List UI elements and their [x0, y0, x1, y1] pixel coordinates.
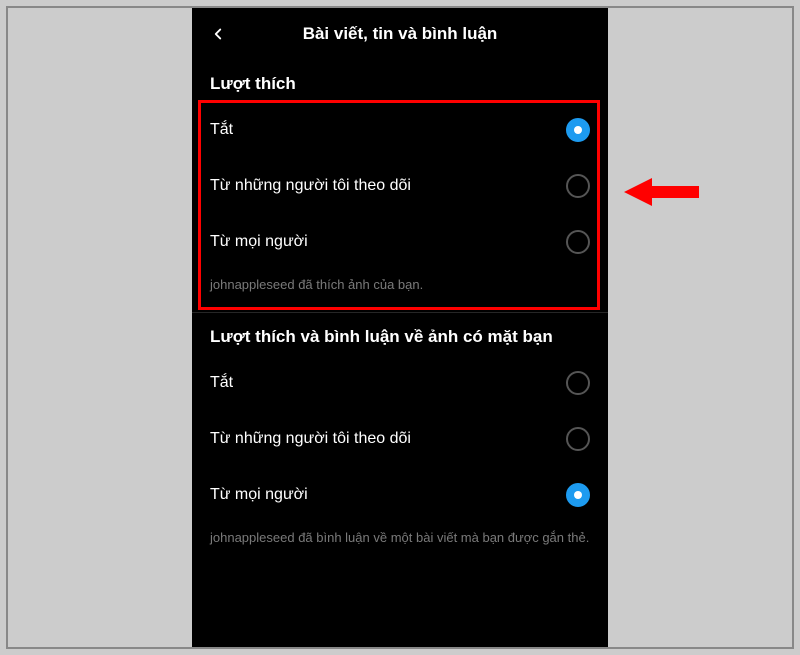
option-label: Tắt	[210, 121, 233, 139]
option-tagged-everyone[interactable]: Từ mọi người	[192, 467, 608, 523]
page-title: Bài viết, tin và bình luận	[192, 24, 608, 44]
section-title-tagged: Lượt thích và bình luận về ảnh có mặt bạ…	[192, 313, 608, 355]
radio-icon	[566, 371, 590, 395]
option-likes-everyone[interactable]: Từ mọi người	[192, 214, 608, 270]
back-button[interactable]	[202, 18, 234, 50]
option-tagged-off[interactable]: Tắt	[192, 355, 608, 411]
annotation-arrow-icon	[624, 174, 699, 210]
radio-icon	[566, 174, 590, 198]
frame: Bài viết, tin và bình luận Lượt thích Tắ…	[6, 6, 794, 649]
option-tagged-following[interactable]: Từ những người tôi theo dõi	[192, 411, 608, 467]
header: Bài viết, tin và bình luận	[192, 8, 608, 60]
option-label: Từ những người tôi theo dõi	[210, 430, 411, 448]
radio-icon	[566, 427, 590, 451]
option-label: Tắt	[210, 374, 233, 392]
section-hint: johnappleseed đã bình luận về một bài vi…	[192, 523, 608, 565]
section-hint: johnappleseed đã thích ảnh của bạn.	[192, 270, 608, 312]
chevron-left-icon	[209, 25, 227, 43]
radio-icon	[566, 483, 590, 507]
option-likes-off[interactable]: Tắt	[192, 102, 608, 158]
option-label: Từ mọi người	[210, 486, 308, 504]
option-likes-following[interactable]: Từ những người tôi theo dõi	[192, 158, 608, 214]
radio-icon	[566, 230, 590, 254]
phone-screen: Bài viết, tin và bình luận Lượt thích Tắ…	[192, 8, 608, 647]
radio-icon	[566, 118, 590, 142]
section-title-likes: Lượt thích	[192, 60, 608, 102]
option-label: Từ những người tôi theo dõi	[210, 177, 411, 195]
option-label: Từ mọi người	[210, 233, 308, 251]
